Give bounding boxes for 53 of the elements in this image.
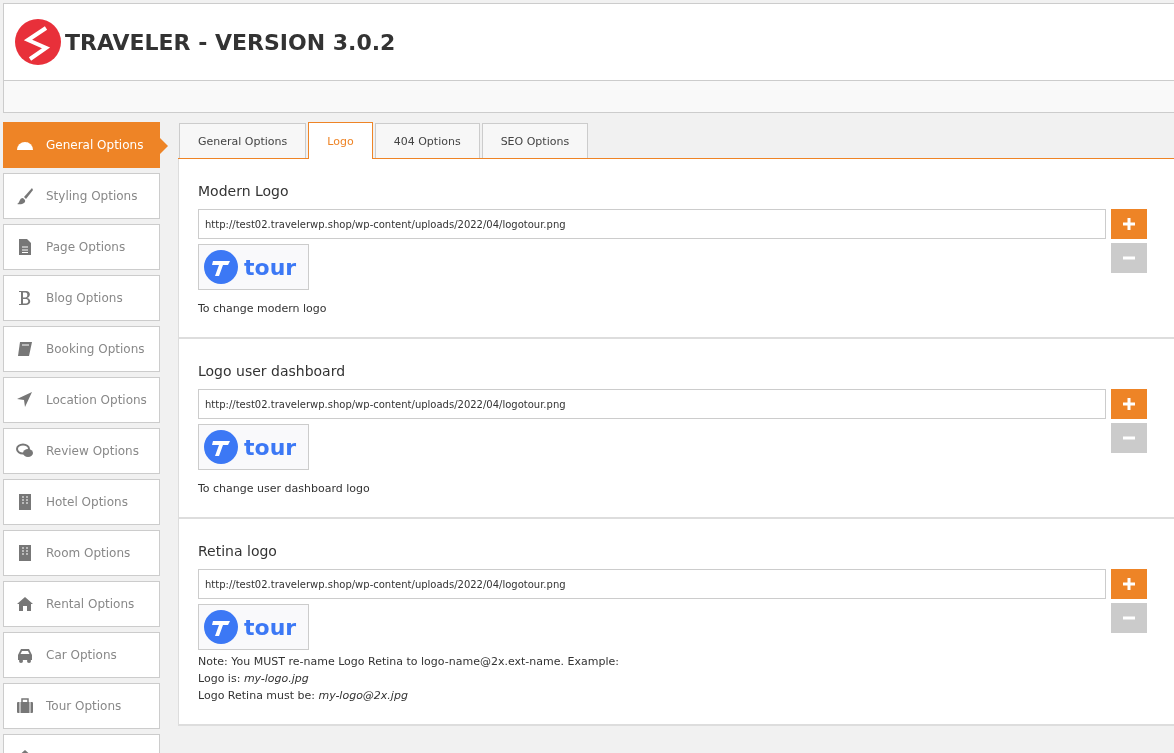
sidebar-item[interactable]: Page Options: [3, 224, 160, 270]
book-icon: [16, 340, 34, 358]
tab[interactable]: SEO Options: [481, 123, 589, 158]
tab[interactable]: General Options: [179, 123, 307, 158]
document-icon: [16, 238, 34, 256]
logo-mark-icon: [204, 250, 238, 284]
sidebar-item[interactable]: Hotel Options: [3, 479, 160, 525]
url-field[interactable]: http://test02.travelerwp.shop/wp-content/uploads/2022/04/logotour.png: [198, 569, 1106, 599]
house-icon: [16, 595, 34, 613]
description-text: To change modern logo: [198, 301, 328, 317]
description-text: Note: You MUST re-name Logo Retina to logo-name@2x.ext-name. Example:: [198, 654, 620, 670]
plus-icon: [1123, 398, 1135, 410]
logo-preview: tour: [198, 244, 309, 290]
remove-button[interactable]: [1111, 243, 1147, 273]
sidebar-item[interactable]: Room Options: [3, 530, 160, 576]
sidebar-item[interactable]: Rental Options: [3, 581, 160, 627]
logo-mark-icon: [204, 610, 238, 644]
sidebar-item[interactable]: Booking Options: [3, 326, 160, 372]
description-text: To change user dashboard logo: [198, 481, 371, 497]
tab[interactable]: Logo: [308, 122, 373, 159]
app-title: TRAVELER - VERSION 3.0.2: [65, 29, 396, 55]
building-icon: [16, 544, 34, 562]
remove-button[interactable]: [1111, 603, 1147, 633]
car-icon: [16, 646, 34, 664]
add-button[interactable]: [1111, 569, 1147, 599]
brush-icon: [16, 187, 34, 205]
add-button[interactable]: [1111, 389, 1147, 419]
description-text: Logo is: my-logo.jpg: [198, 671, 310, 687]
logo-icon: [15, 19, 61, 65]
navigation-arrow-icon: [16, 391, 34, 409]
building-icon: [16, 493, 34, 511]
logo-preview: tour: [198, 604, 309, 650]
url-field[interactable]: http://test02.travelerwp.shop/wp-content/uploads/2022/04/logotour.png: [198, 209, 1106, 239]
plus-icon: [1123, 578, 1135, 590]
description-text: Logo Retina must be: my-logo@2x.jpg: [198, 688, 409, 704]
plus-icon: [1123, 218, 1135, 230]
sidebar-item[interactable]: Review Options: [3, 428, 160, 474]
logo-mark-icon: [204, 430, 238, 464]
sidebar-item[interactable]: Car Options: [3, 632, 160, 678]
remove-button[interactable]: [1111, 423, 1147, 453]
sidebar-item[interactable]: Location Options: [3, 377, 160, 423]
section-title: Modern Logo: [198, 183, 290, 199]
add-button[interactable]: [1111, 209, 1147, 239]
logo-preview: tour: [198, 424, 309, 470]
sidebar-item[interactable]: Blog Options: [3, 275, 160, 321]
chat-bubbles-icon: [16, 442, 34, 460]
section-title: Logo user dashboard: [198, 363, 347, 379]
section-title: Retina logo: [198, 543, 278, 559]
suitcase-icon: [16, 697, 34, 715]
tab[interactable]: 404 Options: [374, 123, 480, 158]
url-field[interactable]: http://test02.travelerwp.shop/wp-content/uploads/2022/04/logotour.png: [198, 389, 1106, 419]
sidebar-item[interactable]: Tour Options: [3, 683, 160, 729]
sidebar-item[interactable]: Styling Options: [3, 173, 160, 219]
